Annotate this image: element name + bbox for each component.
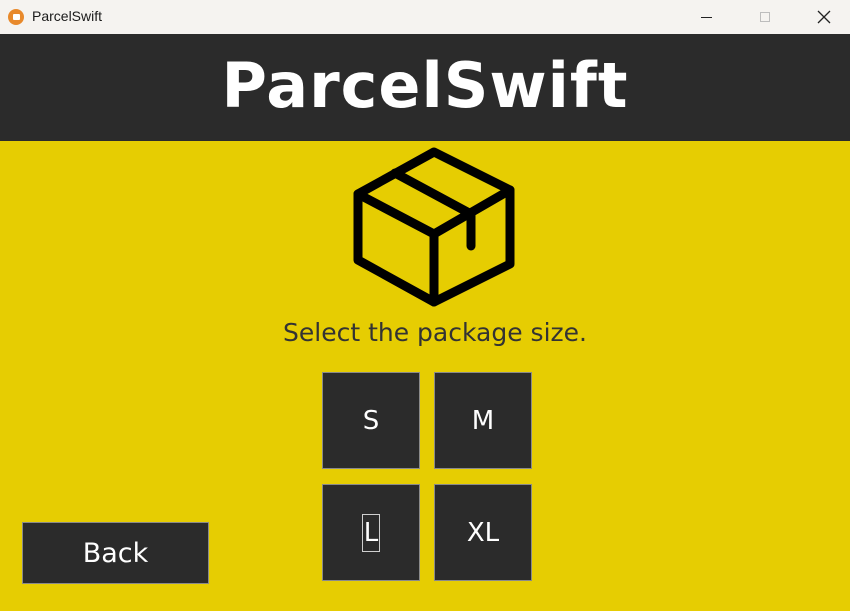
window-titlebar: ParcelSwift	[0, 0, 850, 34]
size-m-button[interactable]: M	[434, 372, 532, 469]
size-xl-label: XL	[466, 517, 500, 548]
close-icon	[817, 10, 831, 24]
minimize-button[interactable]	[677, 0, 735, 34]
maximize-button[interactable]	[736, 0, 794, 34]
close-button[interactable]	[795, 0, 850, 34]
app-title: ParcelSwift	[221, 49, 629, 122]
size-l-label: L	[361, 513, 381, 552]
size-s-label: S	[362, 405, 380, 436]
app-header: ParcelSwift	[0, 34, 850, 141]
size-xl-button[interactable]: XL	[434, 484, 532, 581]
back-label: Back	[82, 537, 149, 569]
maximize-icon	[760, 12, 770, 22]
app-icon	[8, 9, 24, 25]
size-l-button[interactable]: L	[322, 484, 420, 581]
minimize-icon	[700, 16, 712, 18]
window-title: ParcelSwift	[32, 8, 103, 24]
package-box-icon	[353, 147, 515, 307]
size-prompt: Select the package size.	[283, 318, 587, 347]
back-button[interactable]: Back	[22, 522, 209, 584]
size-s-button[interactable]: S	[322, 372, 420, 469]
size-m-label: M	[471, 405, 495, 436]
